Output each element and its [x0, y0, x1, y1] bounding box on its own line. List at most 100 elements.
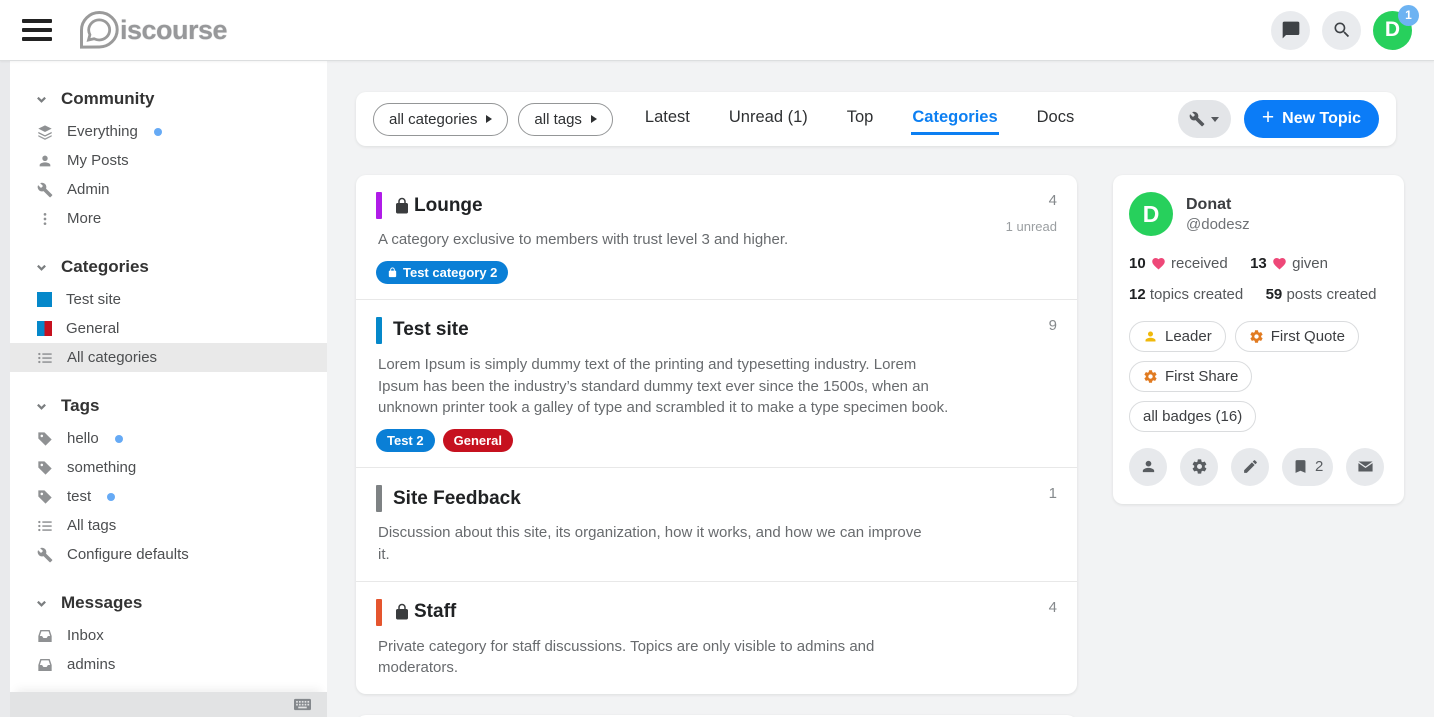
subcategory-badge[interactable]: General	[443, 429, 513, 452]
preferences-button[interactable]	[1180, 448, 1218, 486]
subcategory-badge[interactable]: Test category 2	[376, 261, 508, 284]
sidebar-section-header-categories[interactable]: Categories	[10, 253, 327, 285]
badge-leader[interactable]: Leader	[1129, 321, 1226, 352]
badge-label: First Quote	[1271, 328, 1345, 345]
tab-top[interactable]: Top	[846, 103, 875, 135]
bookmark-icon	[1292, 458, 1309, 475]
likes-given-label: given	[1292, 255, 1328, 272]
sidebar-item-admins[interactable]: admins	[10, 650, 327, 679]
category-name[interactable]: Test site	[393, 319, 469, 341]
user-name: Donat	[1186, 196, 1250, 214]
sidebar-section-header-messages[interactable]: Messages	[10, 589, 327, 621]
user-icon	[1140, 458, 1157, 475]
user-profile-button[interactable]	[1129, 448, 1167, 486]
section-title: Categories	[61, 257, 149, 277]
sidebar-item-my-posts[interactable]: My Posts	[10, 146, 327, 175]
sidebar-item-tag-test[interactable]: test	[10, 482, 327, 511]
sidebar-section-header-community[interactable]: Community	[10, 85, 327, 117]
category-swatch	[37, 292, 52, 307]
user-badges: Leader First Quote First Share all badge…	[1129, 321, 1388, 432]
sidebar-item-admin[interactable]: Admin	[10, 175, 327, 204]
rosette-icon	[1249, 329, 1264, 344]
discourse-logo[interactable]: iscourse	[78, 9, 227, 51]
tag-icon	[37, 431, 53, 447]
sidebar-item-label: test	[67, 488, 91, 505]
category-description: Discussion about this site, its organiza…	[378, 522, 1055, 566]
chevron-down-icon	[36, 262, 47, 273]
sidebar-section-tags: Tags hello something test All tags Confi…	[10, 392, 327, 569]
sidebar-item-label: My Posts	[67, 152, 129, 169]
sidebar-item-configure-defaults[interactable]: Configure defaults	[10, 540, 327, 569]
lock-icon	[393, 603, 411, 621]
sidebar-item-tag-something[interactable]: something	[10, 453, 327, 482]
category-name[interactable]: Site Feedback	[393, 488, 521, 510]
rosette-icon	[1143, 369, 1158, 384]
sidebar-item-more[interactable]: More	[10, 204, 327, 233]
badge-first-quote[interactable]: First Quote	[1235, 321, 1359, 352]
keyboard-icon[interactable]	[294, 698, 311, 711]
category-color-bar	[376, 599, 382, 626]
sidebar-item-label: General	[66, 320, 119, 337]
badge-label: Test 2	[387, 433, 424, 448]
unread-count[interactable]: 1 unread	[1006, 219, 1057, 234]
chat-button[interactable]	[1271, 11, 1310, 50]
category-row-staff[interactable]: Staff 4 Private category for staff discu…	[356, 582, 1077, 695]
section-title: Messages	[61, 593, 142, 613]
badge-all-badges[interactable]: all badges (16)	[1129, 401, 1256, 432]
category-color-bar	[376, 485, 382, 512]
filter-label: all tags	[534, 111, 582, 128]
sidebar-section-community: Community Everything My Posts Admin More	[10, 85, 327, 233]
subcategory-badge[interactable]: Test 2	[376, 429, 435, 452]
sidebar-item-inbox[interactable]: Inbox	[10, 621, 327, 650]
sidebar-item-general[interactable]: General	[10, 314, 327, 343]
topic-list-nav: all categories all tags Latest Unread (1…	[356, 92, 1396, 146]
sidebar-item-all-categories[interactable]: All categories	[10, 343, 327, 372]
category-name[interactable]: Lounge	[414, 195, 483, 217]
new-topic-button[interactable]: + New Topic	[1244, 100, 1379, 138]
category-row-site-feedback[interactable]: Site Feedback 1 Discussion about this si…	[356, 468, 1077, 582]
sidebar-section-header-tags[interactable]: Tags	[10, 392, 327, 424]
badge-first-share[interactable]: First Share	[1129, 361, 1252, 392]
badge-label: all badges (16)	[1143, 408, 1242, 425]
tag-icon	[37, 460, 53, 476]
category-filter-dropdown[interactable]: all categories	[373, 103, 508, 136]
tab-latest[interactable]: Latest	[644, 103, 691, 135]
sidebar-item-tag-hello[interactable]: hello	[10, 424, 327, 453]
search-button[interactable]	[1322, 11, 1361, 50]
nav-tabs: Latest Unread (1) Top Categories Docs	[644, 103, 1075, 135]
category-row-test-site[interactable]: Test site 9 Lorem Ipsum is simply dummy …	[356, 300, 1077, 468]
messages-button[interactable]	[1346, 448, 1384, 486]
sidebar-item-label: Test site	[66, 291, 121, 308]
sidebar-item-all-tags[interactable]: All tags	[10, 511, 327, 540]
topic-count: 4	[1049, 599, 1057, 616]
posts-created-label: posts created	[1286, 286, 1376, 303]
tab-unread[interactable]: Unread (1)	[728, 103, 809, 135]
tab-docs[interactable]: Docs	[1036, 103, 1076, 135]
notification-badge[interactable]: 1	[1398, 5, 1419, 26]
bookmark-count: 2	[1315, 458, 1323, 475]
sidebar-item-test-site[interactable]: Test site	[10, 285, 327, 314]
user-avatar-button[interactable]: D 1	[1373, 11, 1412, 50]
wrench-icon	[37, 182, 53, 198]
user-card-avatar[interactable]: D	[1129, 192, 1173, 236]
sidebar-item-everything[interactable]: Everything	[10, 117, 327, 146]
category-row-lounge[interactable]: Lounge 4 1 unread A category exclusive t…	[356, 175, 1077, 300]
section-title: Tags	[61, 396, 99, 416]
sidebar: Community Everything My Posts Admin More…	[10, 61, 327, 717]
tab-categories[interactable]: Categories	[911, 103, 998, 135]
chevron-down-icon	[36, 94, 47, 105]
inbox-icon	[37, 657, 53, 673]
wrench-icon	[1189, 111, 1205, 127]
tag-icon	[37, 489, 53, 505]
category-name[interactable]: Staff	[414, 601, 456, 623]
drafts-button[interactable]	[1231, 448, 1269, 486]
discourse-bubble-icon	[78, 9, 120, 51]
category-color-bar	[376, 317, 382, 344]
hamburger-menu-icon[interactable]	[22, 19, 52, 41]
sidebar-section-messages: Messages Inbox admins	[10, 589, 327, 679]
admin-wrench-dropdown[interactable]	[1178, 100, 1231, 138]
tag-filter-dropdown[interactable]: all tags	[518, 103, 613, 136]
sidebar-section-categories: Categories Test site General All categor…	[10, 253, 327, 372]
bookmarks-button[interactable]: 2	[1282, 448, 1333, 486]
top-header: iscourse D 1	[0, 0, 1434, 61]
